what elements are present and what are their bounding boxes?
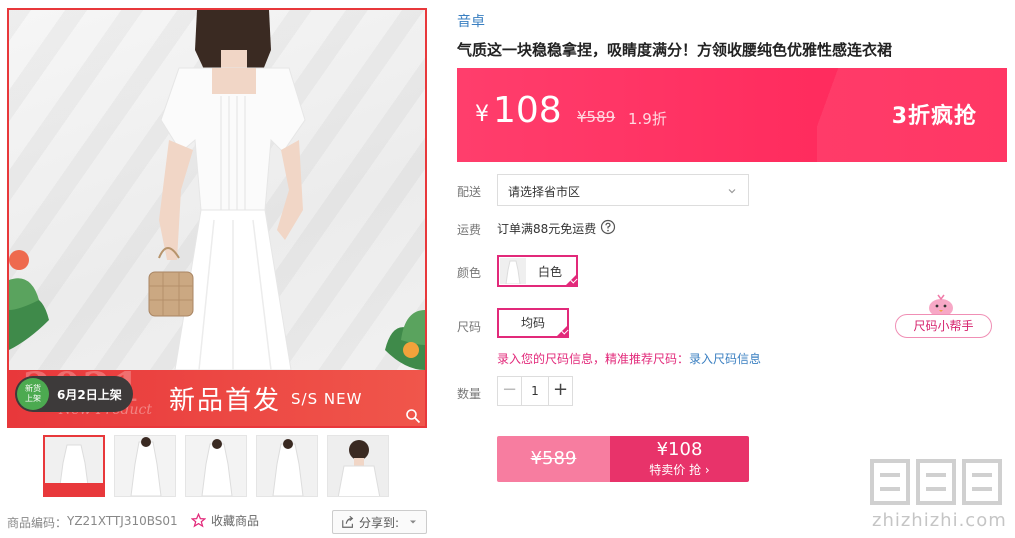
original-price-block: ¥589 [497,436,610,482]
thumbnail-4[interactable] [256,435,318,497]
quantity-increment-button[interactable]: + [548,377,572,405]
favorite-button[interactable]: 收藏商品 [191,512,259,529]
promo-banner: 2021 New Product 新货 上架 6月2日上架 新品首发 S/S N… [9,364,425,426]
new-arrival-badge: 新货 上架 [17,378,49,410]
size-option-one-size[interactable]: 均码 [497,308,569,338]
quantity-decrement-button[interactable]: − [498,377,522,405]
banner-subtitle: S/S NEW [291,390,363,408]
launch-date: 6月2日上架 [57,387,122,402]
color-option-white[interactable]: 白色 [497,255,578,287]
color-label: 颜色 [457,266,482,280]
quantity-input[interactable]: 1 [522,377,548,405]
color-option-label: 白色 [538,264,563,279]
favorite-label: 收藏商品 [211,514,260,528]
color-swatch-thumbnail [500,258,526,284]
product-code-label: 商品编码： [7,516,68,530]
share-label: 分享到: [359,515,400,530]
chevron-down-icon [728,189,736,194]
original-price: ¥589 [577,108,616,126]
selected-check-icon [555,324,569,338]
selected-check-icon [564,273,578,287]
star-icon [191,513,206,528]
main-product-image[interactable]: 2021 New Product 新货 上架 6月2日上架 新品首发 S/S N… [7,8,427,428]
shipping-text: 订单满88元免运费 [497,222,597,236]
size-tip-text: 录入您的尺码信息，精准推荐尺码： [497,352,690,366]
region-select-value: 请选择省市区 [508,185,581,199]
help-icon[interactable] [600,219,616,235]
buy-label: 特卖价 抢 › [649,463,710,477]
size-helper-button[interactable]: 尺码小帮手 [895,314,992,338]
shipping-label: 运费 [457,223,482,237]
quantity-stepper: − 1 + [497,376,573,406]
model-illustration [9,10,425,370]
promo-label: 3折疯抢 [891,104,977,129]
buy-now-button[interactable]: ¥108 特卖价 抢 › [610,436,749,482]
product-meta-row: 商品编码： YZ21XTTJ310BS01 收藏商品 分享到: [7,510,427,534]
zoom-icon[interactable] [405,408,421,424]
delivery-label: 配送 [457,185,482,199]
thumbnail-2[interactable] [114,435,176,497]
buy-price: ¥108 [656,439,703,460]
thumbnail-strip [43,435,389,497]
size-option-label: 均码 [520,316,545,330]
product-title: 气质这一块稳稳拿捏，吸睛度满分！方领收腰纯色优雅性感连衣裙 [457,41,893,59]
quantity-label: 数量 [457,387,482,401]
launch-date-pill: 新货 上架 6月2日上架 [15,376,133,412]
currency-symbol: ¥ [475,102,489,127]
size-label: 尺码 [457,320,482,334]
share-icon [342,515,354,528]
thumbnail-1[interactable] [43,435,105,497]
product-code-value: YZ21XTTJ310BS01 [67,514,178,528]
current-price: 108 [493,90,562,131]
caret-down-icon [410,520,417,524]
price-box: ¥ 108 ¥589 1.9折 3折疯抢 [457,68,1007,162]
thumbnail-5[interactable] [327,435,389,497]
enter-size-link[interactable]: 录入尺码信息 [689,352,761,366]
share-dropdown[interactable]: 分享到: [332,510,427,534]
thumbnail-3[interactable] [185,435,247,497]
banner-title: 新品首发 [169,386,282,416]
region-select[interactable]: 请选择省市区 [497,174,749,206]
watermark-text: zhizhizhi.com [872,510,1007,531]
discount-rate: 1.9折 [628,110,667,128]
size-tip: 录入您的尺码信息，精准推荐尺码：录入尺码信息 [497,350,761,367]
brand-link[interactable]: 音卓 [457,11,485,31]
